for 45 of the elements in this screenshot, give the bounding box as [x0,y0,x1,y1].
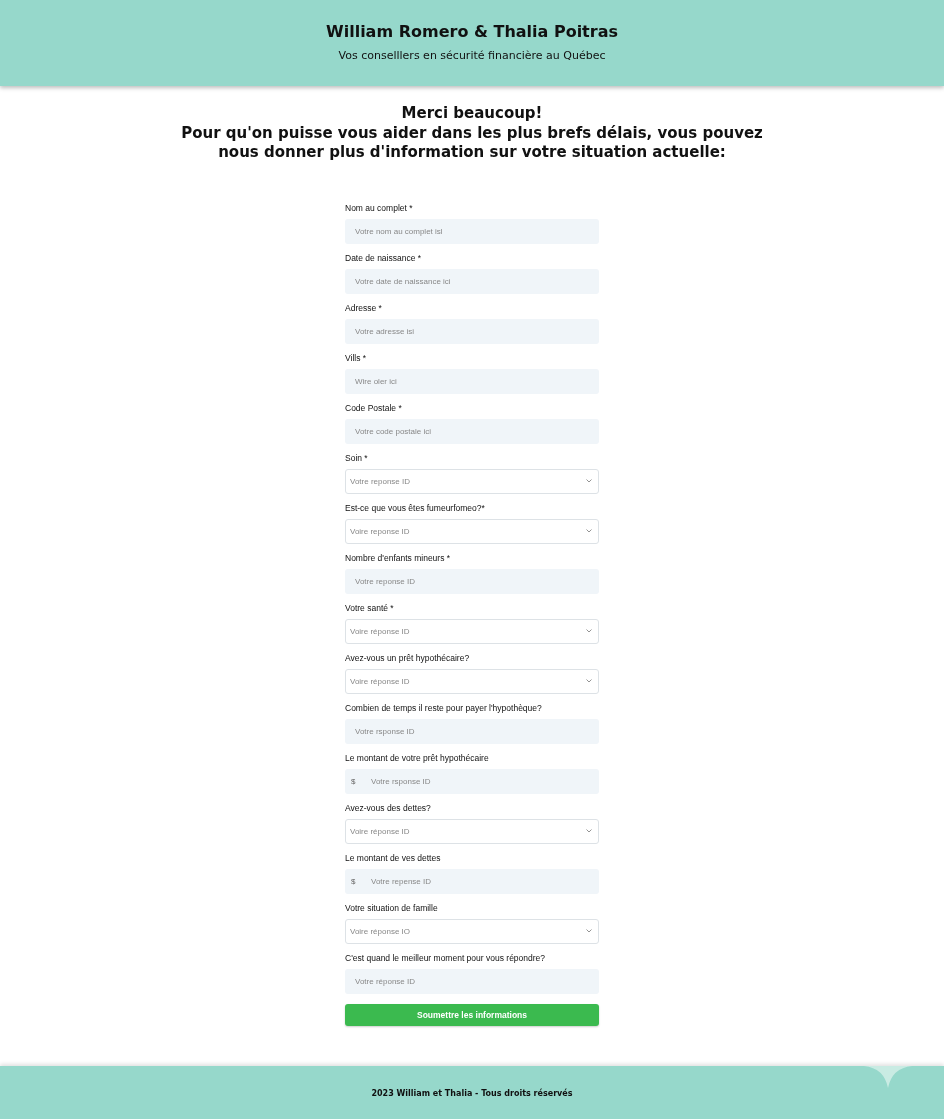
field-label: Code Postale * [345,402,403,414]
input-field[interactable]: Votre adresse isi [345,318,599,344]
field-label: Votre situation de famille [345,902,439,914]
currency-symbol: $ [351,775,356,788]
chevron-down-icon [586,479,592,483]
notch-drawing [864,1066,912,1088]
input-field[interactable]: Votre code postale ici [345,418,599,444]
field-label: Avez-vous des dettes? [345,802,432,814]
field-label: C'est quand le meilleur moment pour vous répondre? [345,952,547,964]
chevron-down-icon [586,529,592,533]
field-label: Votre santé * [345,602,395,614]
field-label: Le montant de ves dettes [345,852,442,864]
field-label: Vills * [345,352,368,364]
field-label: Date de naissance * [345,252,423,264]
site-title: William Romero & Thalia Poitras [326,22,618,42]
input-field[interactable]: Votre nom au complet isl [345,218,599,244]
dropdown-field[interactable]: Voire reponse ID [345,518,599,544]
dropdown-field[interactable]: Voire réponse ID [345,668,599,694]
field-label: Soin * [345,452,369,464]
footer-copyright: 2023 William et Thalia - Tous droits réservés [371,1087,573,1098]
chevron-down-icon [586,929,592,933]
dropdown-field[interactable]: Votre reponse ID [345,468,599,494]
dropdown-field[interactable]: Voire réponse ID [345,618,599,644]
chevron-down-icon [586,629,592,633]
input-field[interactable]: Votre date de naissance ici [345,268,599,294]
field-label: Nombre d'enfants mineurs * [345,552,452,564]
dropdown-field[interactable]: Voire réponse ID [345,818,599,844]
field-label: Est-ce que vous êtes fumeurfomeo?* [345,502,486,514]
input-field[interactable]: Votre réponse ID [345,968,599,994]
intro-heading: Pour qu'on puisse vous aider dans les plus brefs délais, vous pouvez nous donner plus d'information sur votre situation actuelle: [180,123,764,163]
input-field[interactable]: Votre rsponse ID [345,718,599,744]
currency-symbol: $ [351,875,356,888]
field-label: Le montant de votre prêt hypothécaire [345,752,490,764]
input-field[interactable]: Votre reponse ID [345,568,599,594]
chevron-down-icon [586,829,592,833]
dropdown-field[interactable]: Voire réponse IO [345,918,599,944]
field-label: Combien de temps il reste pour payer l'hypothèque? [345,702,543,714]
chevron-down-icon [586,679,592,683]
site-subtitle: Vos conselllers en sécurité financière au Québec [338,49,606,63]
intro-heading: Merci beaucoup! [400,104,544,124]
input-field[interactable]: Wire oler ici [345,368,599,394]
submit-button[interactable]: Soumettre les informations [345,1003,599,1026]
field-label: Adresse * [345,302,383,314]
field-label: Nom au complet * [345,202,414,214]
field-label: Avez-vous un prêt hypothécaire? [345,652,471,664]
